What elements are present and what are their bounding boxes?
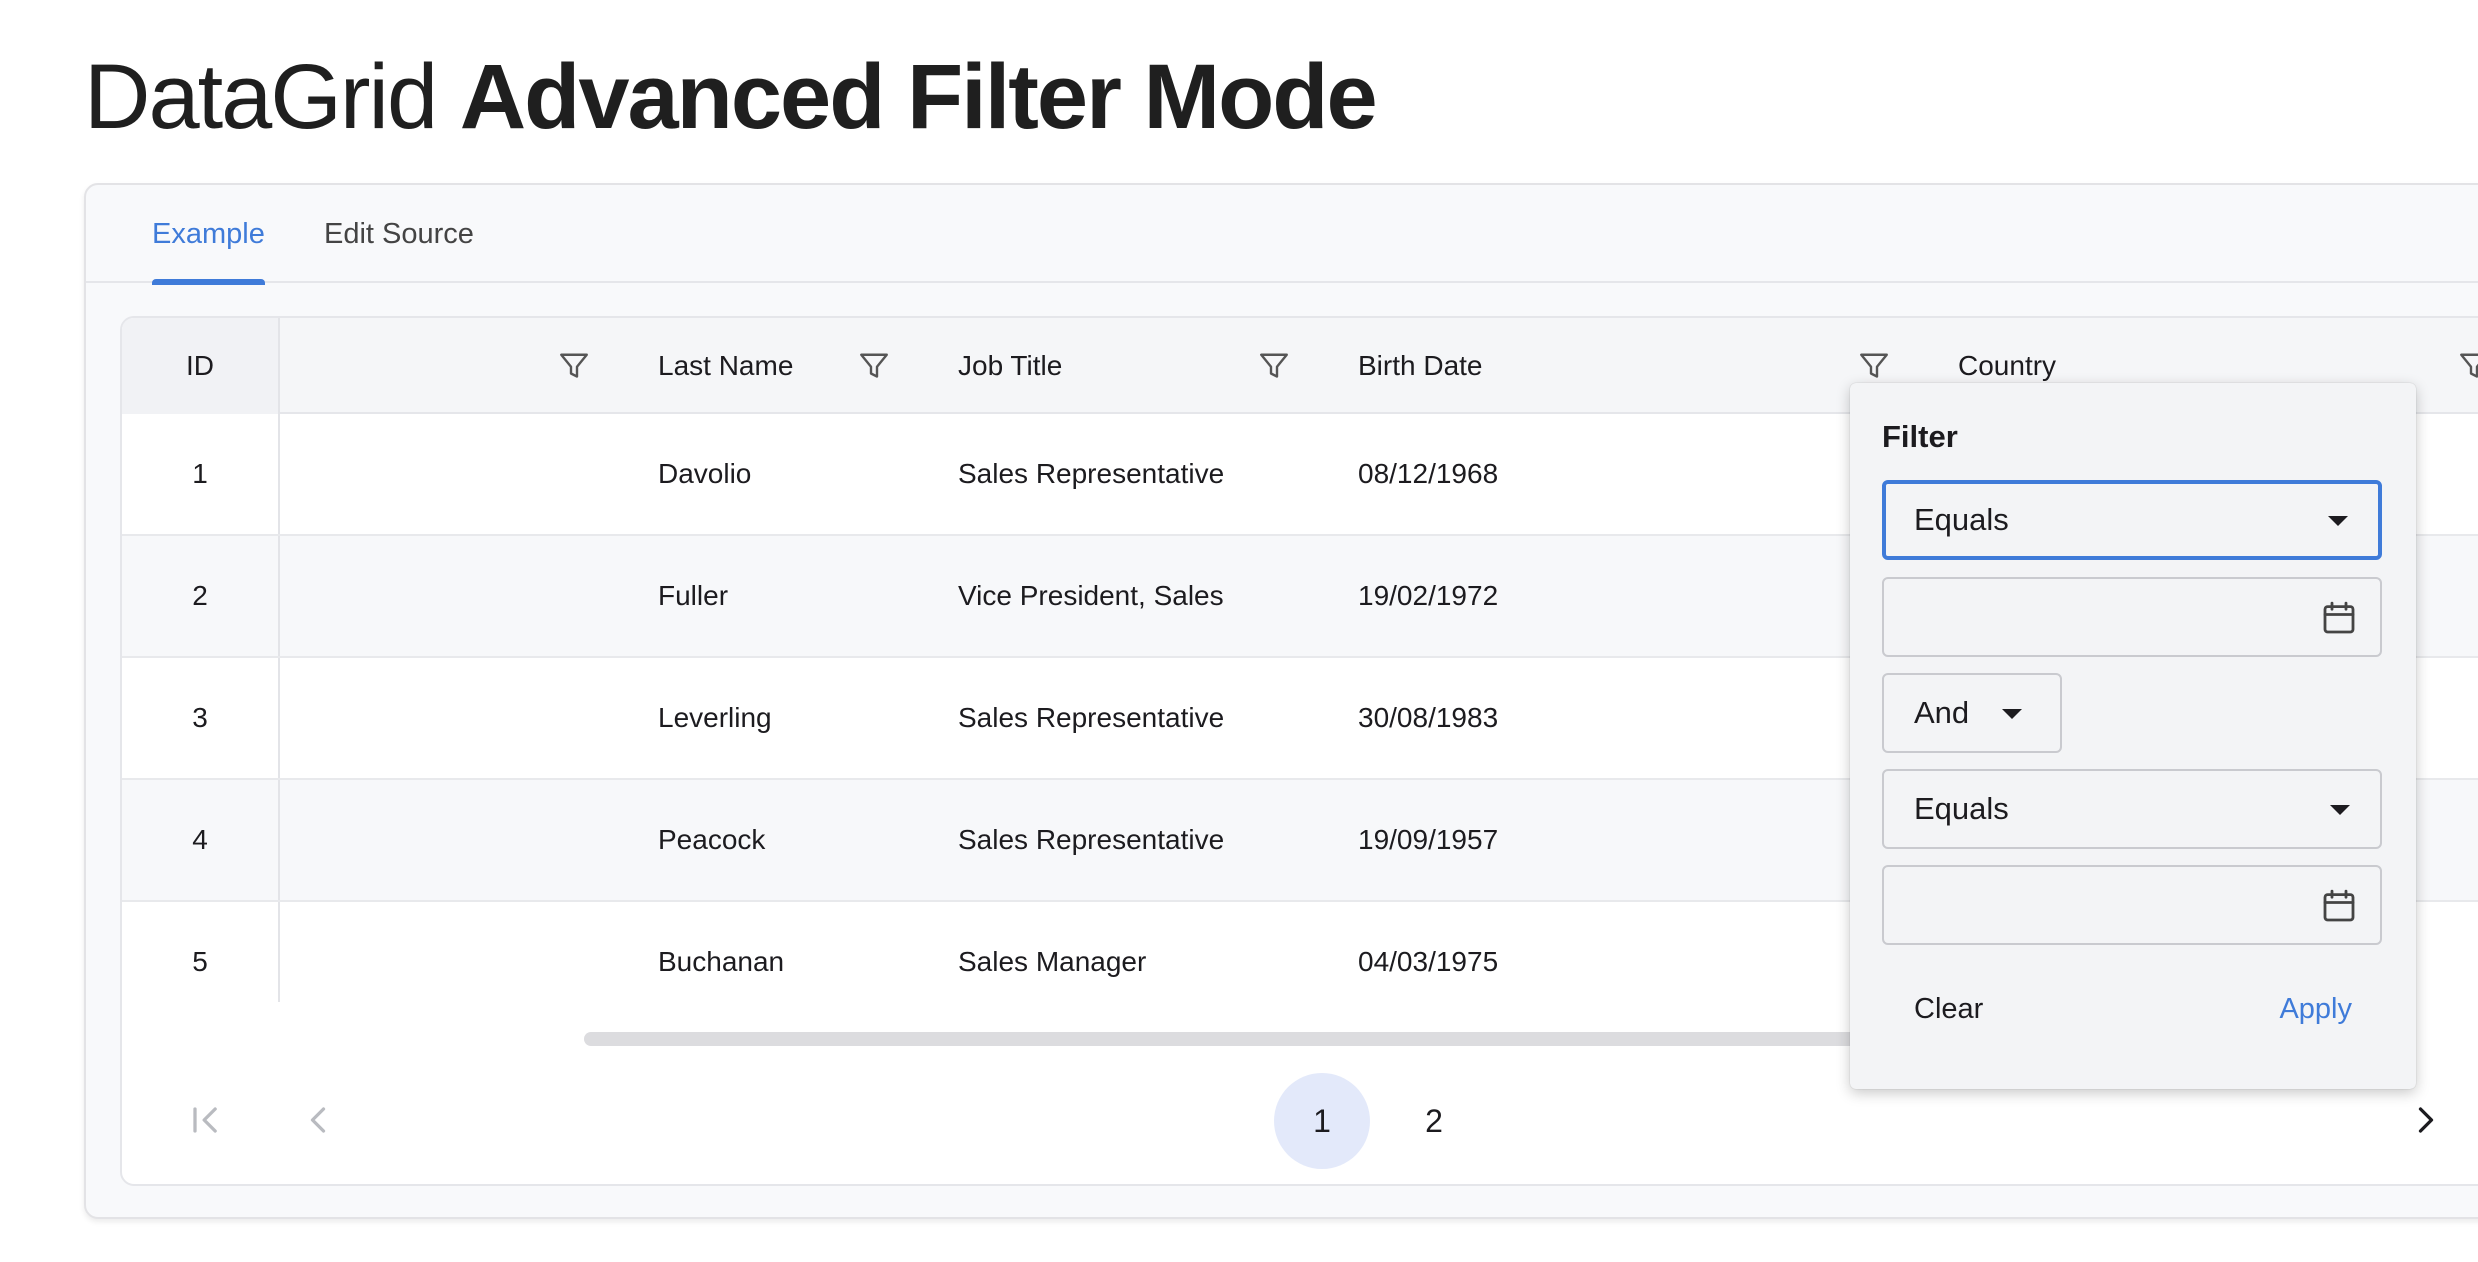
filter-icon[interactable]	[556, 348, 592, 384]
cell-birth-date: 19/09/1957	[1358, 824, 1499, 855]
column-header-birth-date[interactable]: Birth Date	[1358, 318, 1483, 414]
clear-button[interactable]: Clear	[1914, 993, 1983, 1026]
cell-job-title: Sales Representative	[958, 824, 1225, 855]
filter-operator-value: Equals	[1914, 502, 2009, 537]
page-button-1[interactable]: 1	[1274, 1073, 1370, 1169]
cell-last-name: Buchanan	[658, 946, 785, 977]
column-header-id[interactable]: ID	[122, 318, 280, 414]
cell-id: 3	[122, 658, 280, 778]
cell-job-title: Vice President, Sales	[958, 580, 1224, 611]
column-header-job-title[interactable]: Job Title	[958, 318, 1062, 414]
cell-last-name: Fuller	[658, 580, 729, 611]
cell-job-title: Sales Representative	[958, 458, 1225, 489]
filter-logic-select[interactable]: And	[1882, 673, 2062, 753]
cell-birth-date: 08/12/1968	[1358, 458, 1499, 489]
cell-birth-date: 19/02/1972	[1358, 580, 1499, 611]
filter-logic-value: And	[1914, 695, 1970, 730]
cell-last-name: Leverling	[658, 702, 772, 733]
dropdown-caret-icon	[2328, 516, 2348, 526]
filter-popup: Filter Equals And Equals Clear Apply	[1850, 383, 2416, 1089]
cell-birth-date: 04/03/1975	[1358, 946, 1499, 977]
page-title-light: DataGrid	[84, 46, 438, 148]
first-page-icon[interactable]	[184, 1098, 228, 1142]
cell-id: 1	[122, 414, 280, 534]
page-button-2[interactable]: 2	[1386, 1073, 1482, 1169]
filter-icon[interactable]	[856, 348, 892, 384]
filter-operator-select-2[interactable]: Equals	[1882, 769, 2382, 849]
tab-example[interactable]: Example	[152, 185, 265, 285]
cell-id: 5	[122, 902, 280, 1002]
cell-id: 2	[122, 536, 280, 656]
card-tabs: Example Edit Source	[86, 185, 2478, 285]
calendar-icon[interactable]	[2318, 885, 2360, 927]
filter-icon[interactable]	[2456, 348, 2478, 384]
filter-date-input-2[interactable]	[1882, 865, 2382, 945]
previous-page-icon[interactable]	[296, 1098, 340, 1142]
filter-operator-value: Equals	[1914, 791, 2009, 826]
calendar-icon[interactable]	[2318, 597, 2360, 639]
column-header-last-name[interactable]: Last Name	[658, 318, 793, 414]
cell-job-title: Sales Representative	[958, 702, 1225, 733]
apply-button[interactable]: Apply	[2279, 993, 2352, 1026]
cell-birth-date: 30/08/1983	[1358, 702, 1499, 733]
tab-edit-source[interactable]: Edit Source	[324, 185, 474, 283]
cell-job-title: Sales Manager	[958, 946, 1147, 977]
page-title: DataGrid Advanced Filter Mode	[84, 42, 1378, 152]
next-page-icon[interactable]	[2404, 1098, 2448, 1142]
cell-last-name: Peacock	[658, 824, 766, 855]
filter-icon[interactable]	[1256, 348, 1292, 384]
filter-popup-title: Filter	[1882, 419, 1958, 454]
dropdown-caret-icon	[2002, 709, 2022, 719]
page-title-bold: Advanced Filter Mode	[459, 46, 1378, 148]
cell-id: 4	[122, 780, 280, 900]
filter-date-input-1[interactable]	[1882, 577, 2382, 657]
filter-operator-select-1[interactable]: Equals	[1882, 480, 2382, 560]
dropdown-caret-icon	[2330, 805, 2350, 815]
cell-last-name: Davolio	[658, 458, 752, 489]
filter-icon[interactable]	[1856, 348, 1892, 384]
